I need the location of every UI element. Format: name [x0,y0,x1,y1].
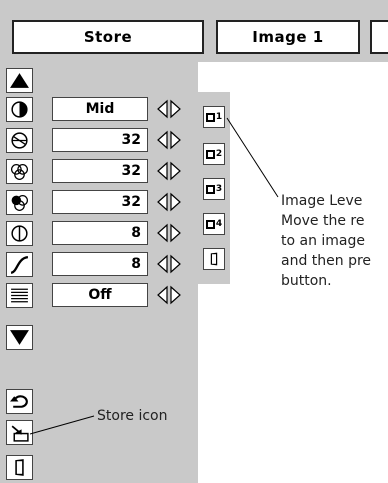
color-value: 32 [121,163,141,179]
left-right-arrows-icon [157,99,181,119]
noise-reduction-field[interactable]: Off [52,283,148,307]
callout-line-5: button. [281,273,332,289]
noise-reduction-value: Off [88,287,112,303]
image-mode-button[interactable]: Image 1 [216,20,360,54]
gamma-icon[interactable] [6,252,33,277]
exit-button[interactable] [6,455,33,480]
memory-icon [205,112,215,122]
scroll-down-button[interactable] [6,325,33,350]
memory-icon [205,219,215,229]
left-right-arrows-icon [157,161,181,181]
brightness-value: 32 [121,132,141,148]
contrast-arrows[interactable] [155,97,183,121]
brightness-field[interactable]: 32 [52,128,148,152]
color-field[interactable]: 32 [52,159,148,183]
brightness-arrows[interactable] [155,128,183,152]
callout-line-4: and then pre [281,253,372,269]
memory-slot-1-label: 1 [215,111,223,122]
sharpness-icon[interactable] [6,221,33,246]
callout-line-3: to an image [281,233,366,249]
color-arrows[interactable] [155,159,183,183]
store-button[interactable]: Store [12,20,204,54]
memory-slot-3[interactable]: 3 [203,178,225,200]
image-mode-label: Image 1 [252,28,324,46]
left-right-arrows-icon [157,192,181,212]
contrast-icon[interactable] [6,97,33,122]
tint-icon[interactable] [6,190,33,215]
left-right-arrows-icon [157,223,181,243]
memory-slot-4-label: 4 [215,218,223,229]
sharpness-field[interactable]: 8 [52,221,148,245]
store-label: Store [83,28,133,46]
memory-exit-button[interactable] [203,248,225,270]
gamma-value: 8 [131,256,141,272]
scroll-up-button[interactable] [6,68,33,93]
store-icon [11,425,29,442]
left-right-arrows-icon [157,130,181,150]
exit-door-icon [210,252,218,266]
tint-field[interactable]: 32 [52,190,148,214]
color-icon[interactable] [6,159,33,184]
gamma-arrows[interactable] [155,252,183,276]
store-icon-button[interactable] [6,420,33,445]
memory-icon [205,149,215,159]
image-level-callout: Image Leve Move the re to an image and t… [281,191,388,291]
next-menu-button[interactable] [370,20,388,54]
tint-value: 32 [121,194,141,210]
noise-reduction-arrows[interactable] [155,283,183,307]
brightness-icon[interactable] [6,128,33,153]
reset-button[interactable] [6,389,33,414]
sharpness-value: 8 [131,225,141,241]
triangle-up-icon [10,73,29,88]
contrast-field[interactable]: Mid [52,97,148,121]
memory-slot-4[interactable]: 4 [203,213,225,235]
memory-slot-1[interactable]: 1 [203,106,225,128]
contrast-value: Mid [85,101,115,117]
memory-slot-3-label: 3 [215,183,223,194]
gamma-field[interactable]: 8 [52,252,148,276]
memory-slot-2[interactable]: 2 [203,143,225,165]
left-right-arrows-icon [157,285,181,305]
callout-line-2: Move the re [281,213,365,229]
memory-slot-2-label: 2 [215,148,223,159]
store-icon-callout: Store icon [97,408,168,424]
triangle-down-icon [10,330,29,345]
exit-door-icon [15,459,24,476]
reset-icon [10,395,28,408]
sharpness-arrows[interactable] [155,221,183,245]
callout-line-1: Image Leve [281,193,363,209]
tint-arrows[interactable] [155,190,183,214]
noise-reduction-icon[interactable] [6,283,33,308]
memory-icon [205,184,215,194]
left-right-arrows-icon [157,254,181,274]
